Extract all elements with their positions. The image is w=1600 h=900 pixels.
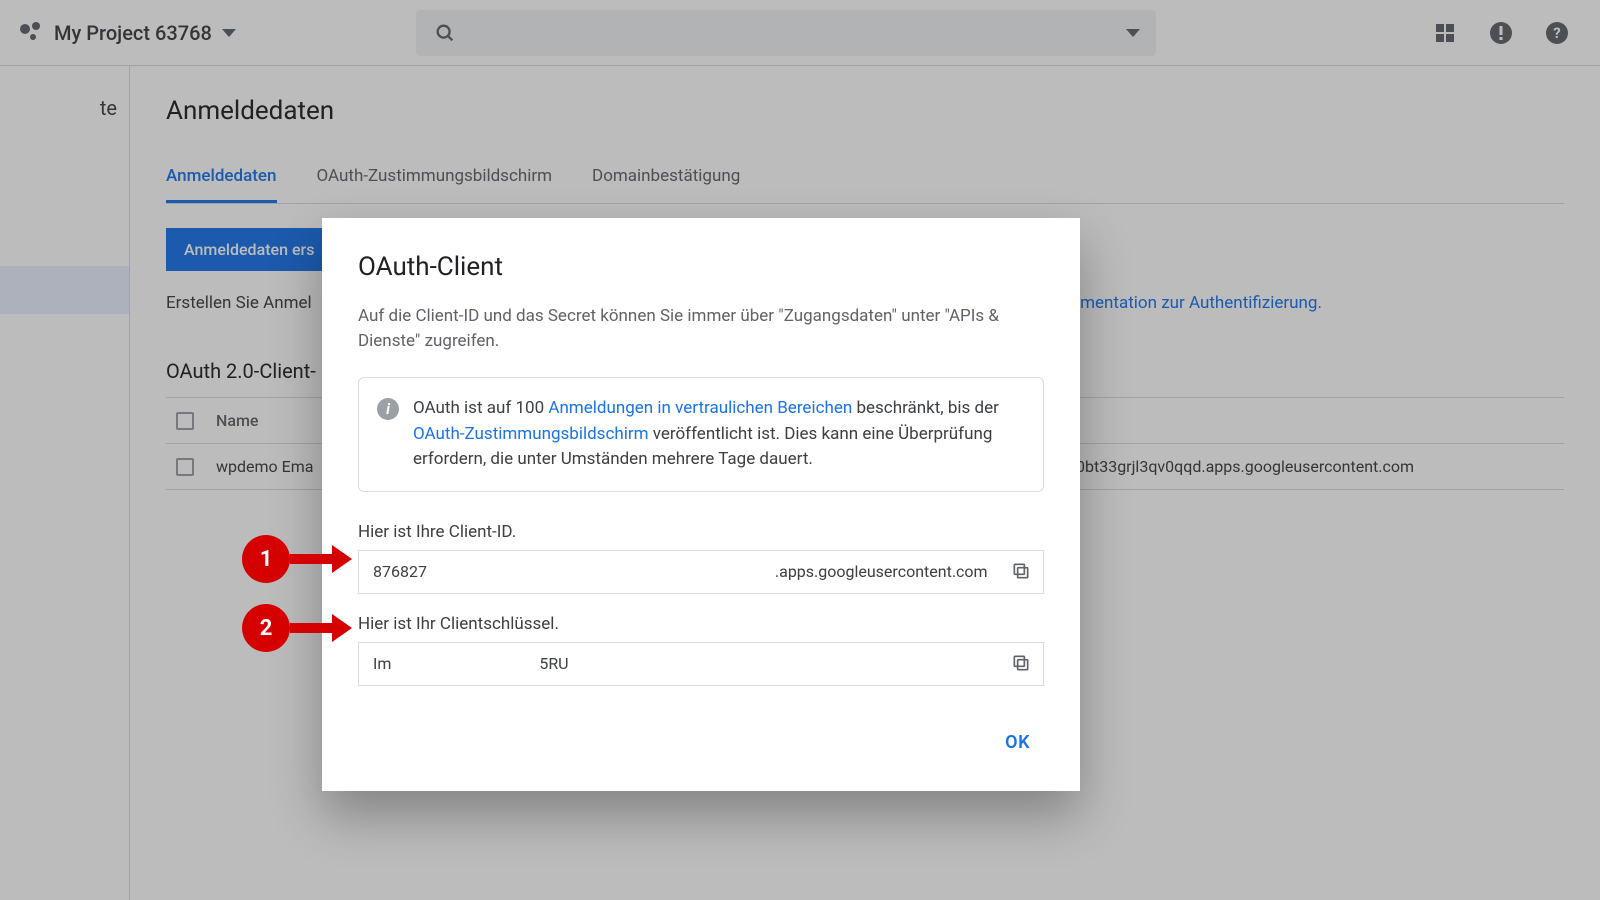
info-link-sensitive-scopes[interactable]: Anmeldungen in vertraulichen Bereichen — [548, 398, 852, 418]
info-text-2: beschränkt, bis der — [852, 398, 999, 418]
annotation-1: 1 — [242, 535, 352, 583]
dialog-subtitle: Auf die Client-ID und das Secret können … — [358, 304, 1044, 353]
annotation-2: 2 — [242, 604, 352, 652]
info-box: i OAuth ist auf 100 Anmeldungen in vertr… — [358, 377, 1044, 492]
info-link-consent-screen[interactable]: OAuth-Zustimmungsbildschirm — [413, 424, 649, 444]
dialog-actions: OK — [358, 722, 1044, 763]
oauth-client-dialog: OAuth-Client Auf die Client-ID und das S… — [322, 218, 1080, 791]
client-id-field: 876827 .apps.googleusercontent.com — [358, 550, 1044, 594]
client-secret-prefix: Im — [373, 654, 391, 673]
arrow-head-icon — [332, 545, 352, 573]
annotation-badge-1: 1 — [242, 535, 290, 583]
copy-client-id-button[interactable] — [1011, 561, 1033, 583]
client-secret-label: Hier ist Ihr Clientschlüssel. — [358, 614, 1044, 634]
info-text-1: OAuth ist auf 100 — [413, 398, 548, 418]
arrow-head-icon — [332, 614, 352, 642]
copy-client-secret-button[interactable] — [1011, 653, 1033, 675]
ok-button[interactable]: OK — [991, 722, 1044, 763]
client-id-prefix: 876827 — [373, 562, 427, 581]
arrow-icon — [290, 623, 332, 633]
dialog-title: OAuth-Client — [358, 252, 1044, 282]
client-secret-field: Im 5RU — [358, 642, 1044, 686]
annotation-badge-2: 2 — [242, 604, 290, 652]
info-icon: i — [377, 398, 399, 420]
client-id-suffix: .apps.googleusercontent.com — [775, 562, 988, 581]
client-id-label: Hier ist Ihre Client-ID. — [358, 522, 1044, 542]
arrow-icon — [290, 554, 332, 564]
client-secret-suffix: 5RU — [539, 654, 568, 673]
